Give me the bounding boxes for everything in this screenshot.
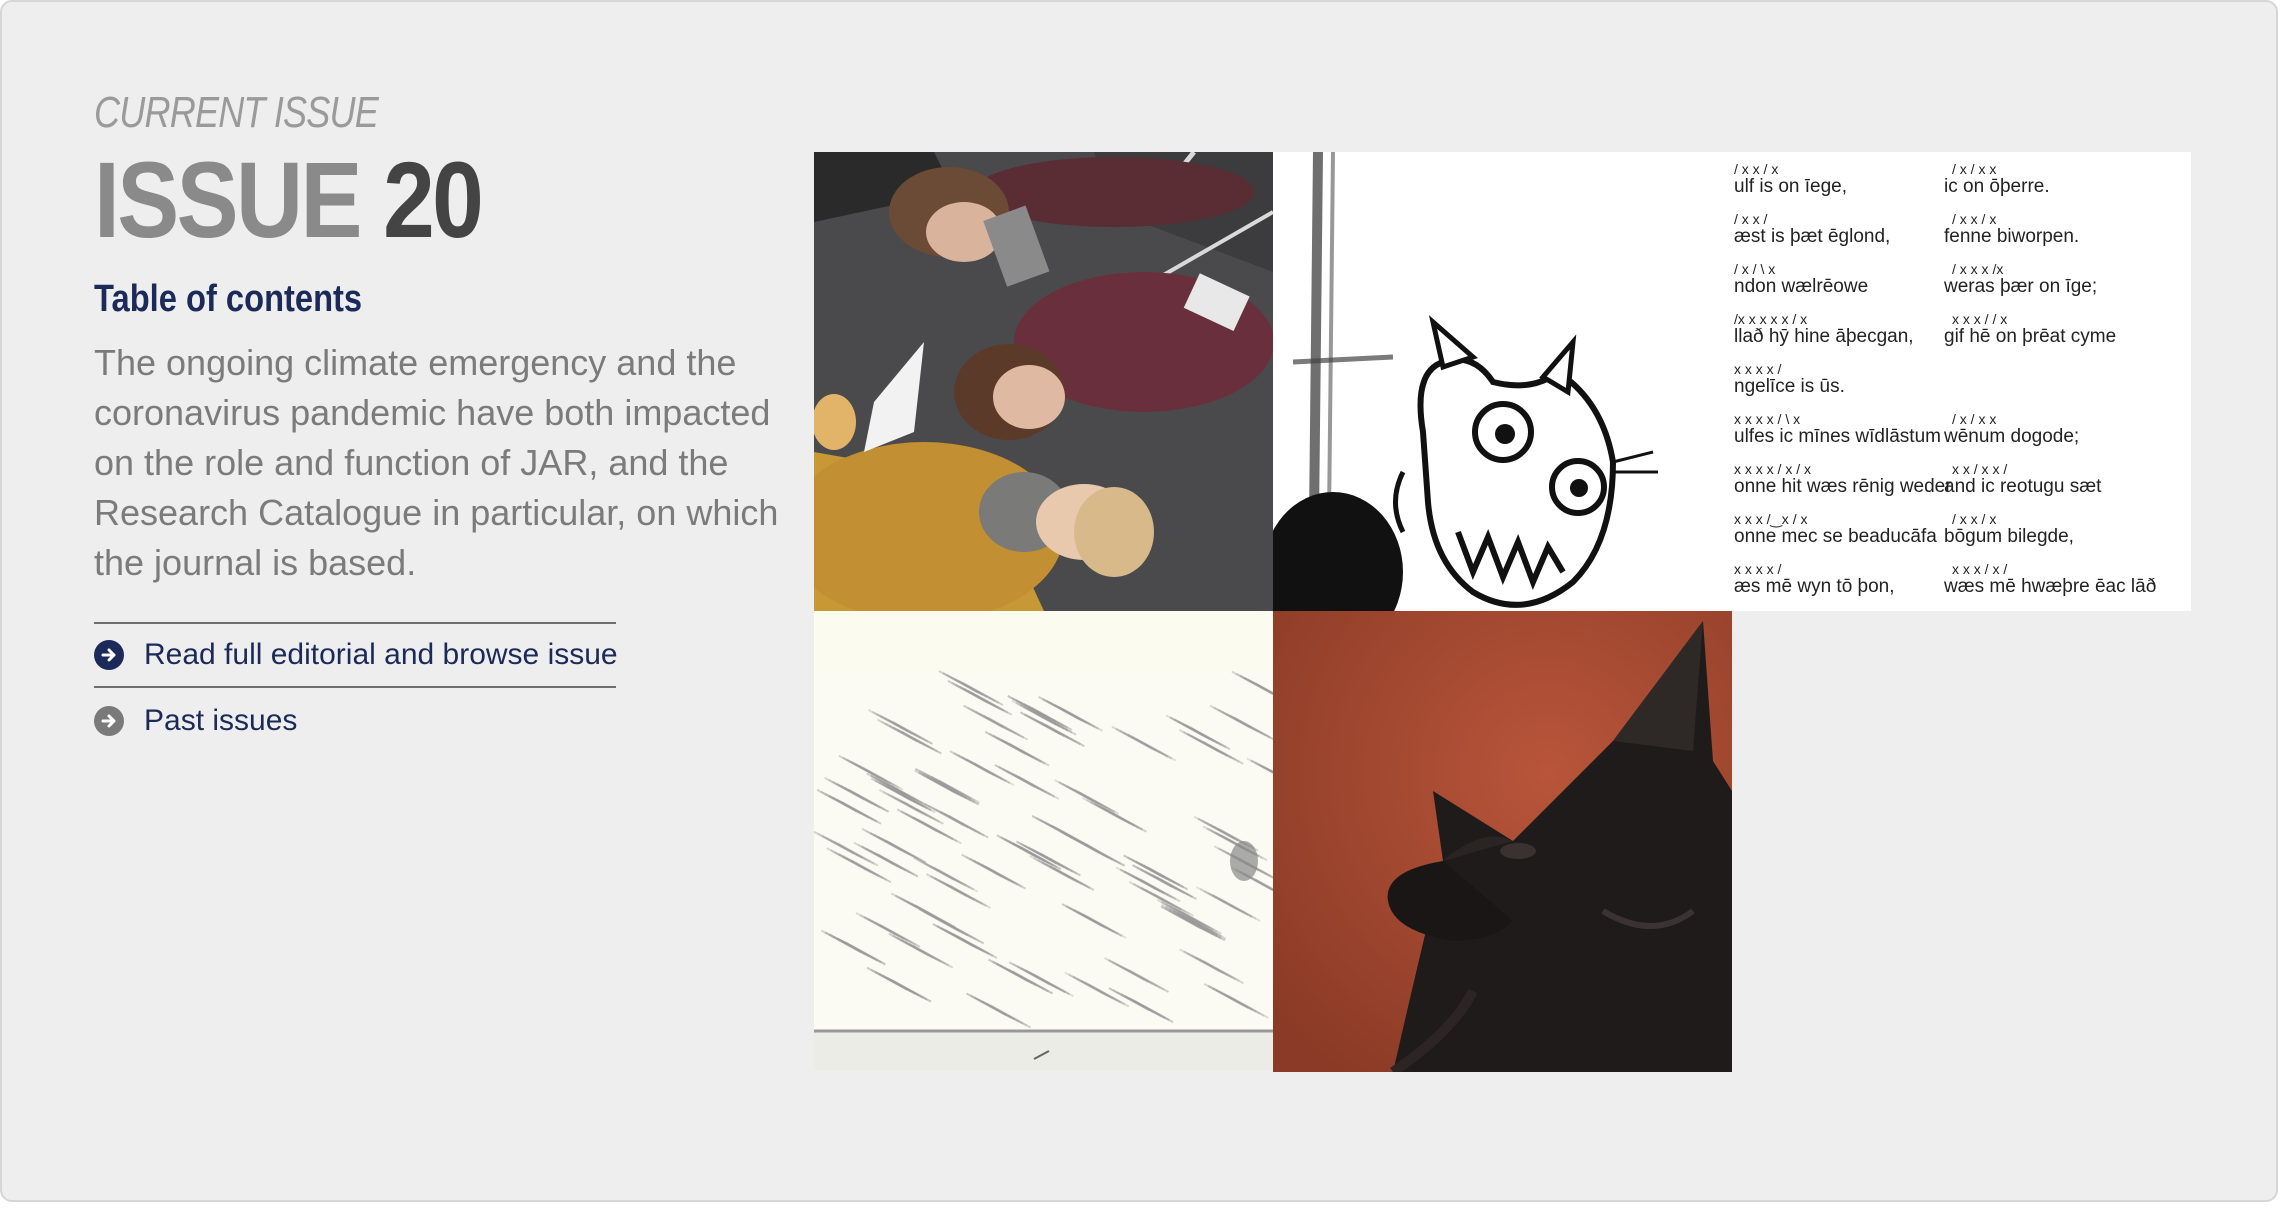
poem-line-right: wæs mē hwæþre ēac lāð <box>1943 576 2156 597</box>
poem-line-right: and ic reotugu sæt <box>1944 476 2102 497</box>
scansion-right: / x x / x <box>1952 211 1996 227</box>
poem-line-left: ndon wælrēowe <box>1734 276 1868 297</box>
poem-line-left: æst is þæt ēglond, <box>1734 226 1890 247</box>
scansion-left: x x x x / x / x <box>1734 461 1811 477</box>
scansion-right: x x / x x / <box>1952 461 2007 477</box>
issue-number: 20 <box>383 139 484 260</box>
scansion-left: / x x / <box>1734 211 1768 227</box>
scansion-right: x x x / x / <box>1952 561 2007 577</box>
past-issues-label: Past issues <box>144 704 298 737</box>
poem-line-left: æs mē wyn tō þon, <box>1734 576 1895 597</box>
poem-line-right: wēnum dogode; <box>1943 426 2079 447</box>
issue-links: Read full editorial and browse issue Pas… <box>94 622 618 752</box>
scansion-left: x x x x / <box>1734 361 1782 377</box>
tile-cat-drawing[interactable] <box>1273 152 1732 611</box>
scansion-right: / x x / x <box>1952 511 1996 527</box>
poem-text-image: / x x / x / x / x x ulf is on īege, ic on ō… <box>1734 161 2156 597</box>
issue-title[interactable]: ISSUE 20 <box>94 139 484 260</box>
poem-line-right: fenne biworpen. <box>1944 226 2079 247</box>
scansion-right: / x x x /x <box>1952 261 2003 277</box>
read-editorial-label: Read full editorial and browse issue <box>144 638 618 671</box>
tile-people-on-floor[interactable] <box>814 152 1273 611</box>
poem-line-left: ulf is on īege, <box>1734 176 1847 197</box>
people-on-floor-image <box>814 152 1273 611</box>
arrow-right-circle-icon <box>94 706 124 736</box>
poem-line-right: weras þær on īge; <box>1943 276 2097 297</box>
current-issue-label: CURRENT ISSUE <box>94 88 379 137</box>
scansion-right: / x / x x <box>1952 161 1996 177</box>
poem-line-left: ngelīce is ūs. <box>1734 376 1845 397</box>
tile-poem-text[interactable]: / x x / x / x / x x ulf is on īege, ic on ō… <box>1732 152 2191 611</box>
poem-line-left: onne hit wæs rēnig weder <box>1734 476 1952 497</box>
pencil-sketch-image <box>814 611 1273 1070</box>
past-issues-link[interactable]: Past issues <box>94 690 616 752</box>
tile-cat-sculpture[interactable] <box>1273 611 1732 1072</box>
poem-line-left: llað hȳ hine āþecgan, <box>1734 326 1914 347</box>
read-editorial-link[interactable]: Read full editorial and browse issue <box>94 622 618 688</box>
poem-line-left: ulfes ic mīnes wīdlāstum <box>1734 426 1941 447</box>
issue-title-word: ISSUE <box>94 139 362 260</box>
scansion-left: / x / \ x <box>1734 261 1775 277</box>
toc-heading[interactable]: Table of contents <box>94 278 362 321</box>
scansion-left: x x x x / <box>1734 561 1782 577</box>
issue-description: The ongoing climate emergency and the co… <box>94 342 779 583</box>
scansion-left: / x x / x <box>1734 161 1778 177</box>
tile-pencil-sketch[interactable] <box>814 611 1273 1070</box>
scansion-left: x x x /‿x / x <box>1734 511 1807 527</box>
poem-line-right: ic on ōþerre. <box>1944 176 2050 197</box>
poem-line-right: bōgum bilegde, <box>1944 526 2074 547</box>
current-issue-panel: CURRENT ISSUE ISSUE 20 Table of contents… <box>0 0 2278 1202</box>
poem-line-left: onne mec se beaducāfa <box>1734 526 1937 547</box>
scansion-right: x x x / / x <box>1952 311 2007 327</box>
cat-drawing-image <box>1273 152 1732 611</box>
poem-line-right: gif hē on þrēat cyme <box>1944 326 2116 347</box>
arrow-right-circle-icon <box>94 640 124 670</box>
scansion-left: /x x x x x / x <box>1734 311 1807 327</box>
scansion-right: / x / x x <box>1952 411 1996 427</box>
cat-sculpture-image <box>1273 611 1732 1072</box>
scansion-left: x x x x / \ x <box>1734 411 1800 427</box>
